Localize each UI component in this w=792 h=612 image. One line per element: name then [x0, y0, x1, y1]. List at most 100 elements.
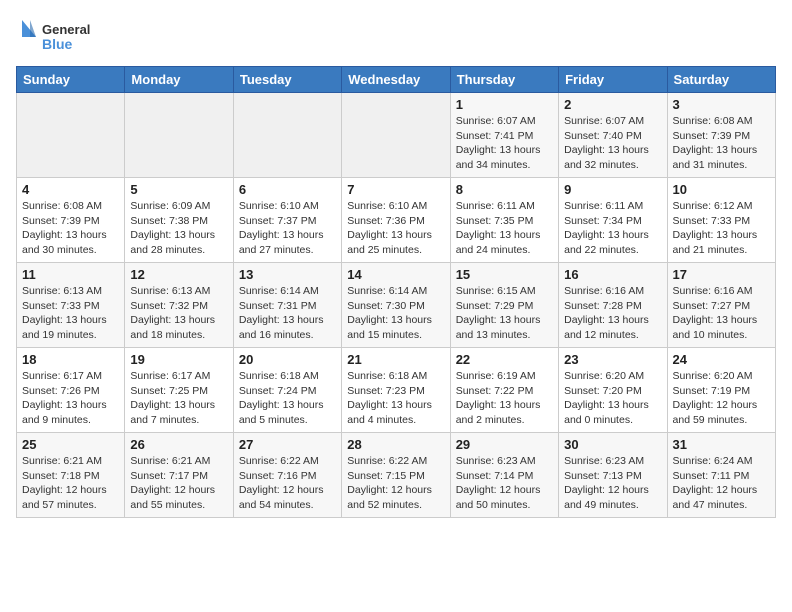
- calendar-cell: 10 Sunrise: 6:12 AM Sunset: 7:33 PM Dayli…: [667, 178, 775, 263]
- day-number: 6: [239, 182, 336, 197]
- calendar-cell: 7 Sunrise: 6:10 AM Sunset: 7:36 PM Daylig…: [342, 178, 450, 263]
- day-number: 23: [564, 352, 661, 367]
- day-info: Sunrise: 6:18 AM Sunset: 7:23 PM Dayligh…: [347, 369, 444, 428]
- day-info: Sunrise: 6:14 AM Sunset: 7:31 PM Dayligh…: [239, 284, 336, 343]
- calendar-cell: 30 Sunrise: 6:23 AM Sunset: 7:13 PM Dayli…: [559, 433, 667, 518]
- calendar-week-2: 4 Sunrise: 6:08 AM Sunset: 7:39 PM Daylig…: [17, 178, 776, 263]
- day-info: Sunrise: 6:08 AM Sunset: 7:39 PM Dayligh…: [22, 199, 119, 258]
- day-number: 1: [456, 97, 553, 112]
- weekday-header-wednesday: Wednesday: [342, 67, 450, 93]
- page-header: General Blue: [16, 16, 776, 58]
- calendar-week-3: 11 Sunrise: 6:13 AM Sunset: 7:33 PM Dayli…: [17, 263, 776, 348]
- weekday-header-friday: Friday: [559, 67, 667, 93]
- day-info: Sunrise: 6:11 AM Sunset: 7:35 PM Dayligh…: [456, 199, 553, 258]
- day-info: Sunrise: 6:21 AM Sunset: 7:17 PM Dayligh…: [130, 454, 227, 513]
- weekday-header-monday: Monday: [125, 67, 233, 93]
- day-number: 15: [456, 267, 553, 282]
- day-number: 30: [564, 437, 661, 452]
- calendar-week-5: 25 Sunrise: 6:21 AM Sunset: 7:18 PM Dayli…: [17, 433, 776, 518]
- day-info: Sunrise: 6:16 AM Sunset: 7:27 PM Dayligh…: [673, 284, 770, 343]
- day-number: 13: [239, 267, 336, 282]
- day-info: Sunrise: 6:16 AM Sunset: 7:28 PM Dayligh…: [564, 284, 661, 343]
- day-number: 18: [22, 352, 119, 367]
- day-info: Sunrise: 6:23 AM Sunset: 7:14 PM Dayligh…: [456, 454, 553, 513]
- day-number: 20: [239, 352, 336, 367]
- svg-text:Blue: Blue: [42, 36, 73, 52]
- calendar-cell: 28 Sunrise: 6:22 AM Sunset: 7:15 PM Dayli…: [342, 433, 450, 518]
- calendar-table: SundayMondayTuesdayWednesdayThursdayFrid…: [16, 66, 776, 518]
- day-info: Sunrise: 6:21 AM Sunset: 7:18 PM Dayligh…: [22, 454, 119, 513]
- calendar-cell: 19 Sunrise: 6:17 AM Sunset: 7:25 PM Dayli…: [125, 348, 233, 433]
- day-number: 11: [22, 267, 119, 282]
- day-number: 7: [347, 182, 444, 197]
- calendar-cell: 1Sunrise: 6:07 AM Sunset: 7:41 PM Daylig…: [450, 93, 558, 178]
- day-info: Sunrise: 6:08 AM Sunset: 7:39 PM Dayligh…: [673, 114, 770, 173]
- calendar-header: SundayMondayTuesdayWednesdayThursdayFrid…: [17, 67, 776, 93]
- calendar-week-4: 18 Sunrise: 6:17 AM Sunset: 7:26 PM Dayli…: [17, 348, 776, 433]
- day-info: Sunrise: 6:13 AM Sunset: 7:33 PM Dayligh…: [22, 284, 119, 343]
- day-info: Sunrise: 6:14 AM Sunset: 7:30 PM Dayligh…: [347, 284, 444, 343]
- day-info: Sunrise: 6:12 AM Sunset: 7:33 PM Dayligh…: [673, 199, 770, 258]
- calendar-cell: 6 Sunrise: 6:10 AM Sunset: 7:37 PM Daylig…: [233, 178, 341, 263]
- calendar-cell: 8Sunrise: 6:11 AM Sunset: 7:35 PM Daylig…: [450, 178, 558, 263]
- day-info: Sunrise: 6:09 AM Sunset: 7:38 PM Dayligh…: [130, 199, 227, 258]
- day-info: Sunrise: 6:20 AM Sunset: 7:19 PM Dayligh…: [673, 369, 770, 428]
- calendar-cell: 15 Sunrise: 6:15 AM Sunset: 7:29 PM Dayli…: [450, 263, 558, 348]
- day-number: 3: [673, 97, 770, 112]
- day-number: 28: [347, 437, 444, 452]
- day-info: Sunrise: 6:10 AM Sunset: 7:37 PM Dayligh…: [239, 199, 336, 258]
- day-number: 22: [456, 352, 553, 367]
- day-number: 24: [673, 352, 770, 367]
- calendar-cell: 2Sunrise: 6:07 AM Sunset: 7:40 PM Daylig…: [559, 93, 667, 178]
- day-number: 2: [564, 97, 661, 112]
- day-info: Sunrise: 6:11 AM Sunset: 7:34 PM Dayligh…: [564, 199, 661, 258]
- day-info: Sunrise: 6:10 AM Sunset: 7:36 PM Dayligh…: [347, 199, 444, 258]
- day-number: 27: [239, 437, 336, 452]
- day-number: 10: [673, 182, 770, 197]
- calendar-cell: 26 Sunrise: 6:21 AM Sunset: 7:17 PM Dayli…: [125, 433, 233, 518]
- day-number: 17: [673, 267, 770, 282]
- day-info: Sunrise: 6:17 AM Sunset: 7:26 PM Dayligh…: [22, 369, 119, 428]
- day-info: Sunrise: 6:23 AM Sunset: 7:13 PM Dayligh…: [564, 454, 661, 513]
- calendar-cell: 11 Sunrise: 6:13 AM Sunset: 7:33 PM Dayli…: [17, 263, 125, 348]
- day-number: 16: [564, 267, 661, 282]
- day-number: 21: [347, 352, 444, 367]
- calendar-cell: 31 Sunrise: 6:24 AM Sunset: 7:11 PM Dayli…: [667, 433, 775, 518]
- calendar-cell: 5 Sunrise: 6:09 AM Sunset: 7:38 PM Daylig…: [125, 178, 233, 263]
- weekday-header-tuesday: Tuesday: [233, 67, 341, 93]
- calendar-cell: 23 Sunrise: 6:20 AM Sunset: 7:20 PM Dayli…: [559, 348, 667, 433]
- calendar-cell: 18 Sunrise: 6:17 AM Sunset: 7:26 PM Dayli…: [17, 348, 125, 433]
- day-number: 5: [130, 182, 227, 197]
- day-info: Sunrise: 6:17 AM Sunset: 7:25 PM Dayligh…: [130, 369, 227, 428]
- calendar-cell: 16 Sunrise: 6:16 AM Sunset: 7:28 PM Dayli…: [559, 263, 667, 348]
- calendar-cell: 21 Sunrise: 6:18 AM Sunset: 7:23 PM Dayli…: [342, 348, 450, 433]
- calendar-cell: 20Sunrise: 6:18 AM Sunset: 7:24 PM Dayli…: [233, 348, 341, 433]
- day-number: 12: [130, 267, 227, 282]
- day-number: 25: [22, 437, 119, 452]
- calendar-week-1: 1Sunrise: 6:07 AM Sunset: 7:41 PM Daylig…: [17, 93, 776, 178]
- calendar-cell: 24 Sunrise: 6:20 AM Sunset: 7:19 PM Dayli…: [667, 348, 775, 433]
- day-number: 26: [130, 437, 227, 452]
- calendar-cell: 17 Sunrise: 6:16 AM Sunset: 7:27 PM Dayli…: [667, 263, 775, 348]
- day-number: 31: [673, 437, 770, 452]
- calendar-cell: [17, 93, 125, 178]
- calendar-cell: 14Sunrise: 6:14 AM Sunset: 7:30 PM Dayli…: [342, 263, 450, 348]
- calendar-cell: [233, 93, 341, 178]
- day-number: 9: [564, 182, 661, 197]
- day-info: Sunrise: 6:15 AM Sunset: 7:29 PM Dayligh…: [456, 284, 553, 343]
- day-info: Sunrise: 6:13 AM Sunset: 7:32 PM Dayligh…: [130, 284, 227, 343]
- calendar-cell: 22 Sunrise: 6:19 AM Sunset: 7:22 PM Dayli…: [450, 348, 558, 433]
- calendar-cell: 25 Sunrise: 6:21 AM Sunset: 7:18 PM Dayli…: [17, 433, 125, 518]
- calendar-cell: [342, 93, 450, 178]
- calendar-cell: 27Sunrise: 6:22 AM Sunset: 7:16 PM Dayli…: [233, 433, 341, 518]
- svg-text:General: General: [42, 22, 90, 37]
- day-number: 19: [130, 352, 227, 367]
- day-info: Sunrise: 6:20 AM Sunset: 7:20 PM Dayligh…: [564, 369, 661, 428]
- day-info: Sunrise: 6:19 AM Sunset: 7:22 PM Dayligh…: [456, 369, 553, 428]
- calendar-cell: [125, 93, 233, 178]
- logo-svg: General Blue: [16, 16, 116, 58]
- day-number: 4: [22, 182, 119, 197]
- day-info: Sunrise: 6:22 AM Sunset: 7:15 PM Dayligh…: [347, 454, 444, 513]
- day-info: Sunrise: 6:24 AM Sunset: 7:11 PM Dayligh…: [673, 454, 770, 513]
- weekday-header-row: SundayMondayTuesdayWednesdayThursdayFrid…: [17, 67, 776, 93]
